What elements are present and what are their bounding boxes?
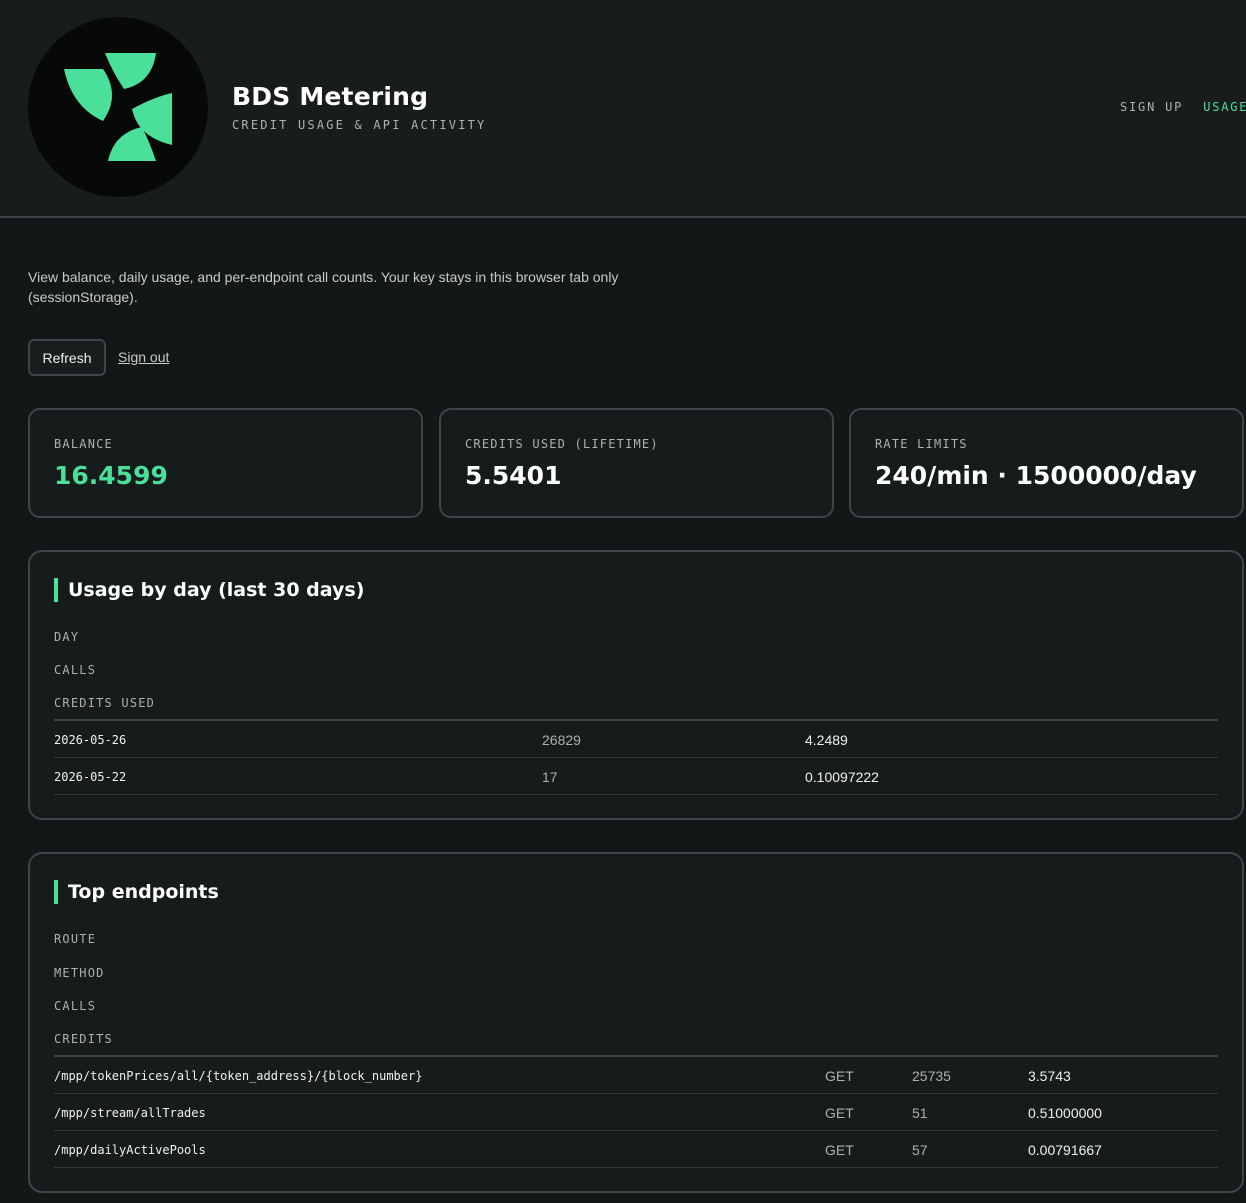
row-credits: 3.5743 [1028,1068,1071,1084]
row-method: GET [825,1068,854,1084]
row-method: GET [825,1105,854,1121]
bds-logo [28,17,208,197]
column-header-credits-used: CREDITS USED [54,696,156,710]
row-day: 2026-05-22 [54,770,127,784]
intro-text: View balance, daily usage, and per-endpo… [28,269,619,305]
credits-used-label: CREDITS USED (LIFETIME) [465,437,659,451]
column-header-method: METHOD [54,966,105,980]
row-route: /mpp/tokenPrices/all/{token_address}/{bl… [54,1069,423,1083]
usage-by-day-panel: Usage by day (last 30 days) DAY CALLS CR… [28,550,1244,820]
table-row: 2026-05-26 26829 4.2489 [54,721,1218,758]
nav-sign-up[interactable]: SIGN UP [1120,100,1183,114]
balance-label: BALANCE [54,437,113,451]
row-credits: 0.51000000 [1028,1105,1102,1121]
table-row: 2026-05-22 17 0.10097222 [54,758,1218,795]
app-header: BDS Metering CREDIT USAGE & API ACTIVITY… [0,0,1246,218]
column-header-day: DAY [54,630,80,644]
row-calls: 17 [542,769,558,785]
column-header-calls: CALLS [54,999,97,1013]
column-header-credits: CREDITS [54,1032,113,1046]
nav-usage[interactable]: USAGE [1203,100,1246,114]
sign-out-link[interactable]: Sign out [118,349,169,365]
row-calls: 25735 [912,1068,951,1084]
refresh-button[interactable]: Refresh [28,339,106,376]
credits-used-card: CREDITS USED (LIFETIME) 5.5401 [439,408,834,518]
row-credits: 0.00791667 [1028,1142,1102,1158]
row-route: /mpp/dailyActivePools [54,1143,206,1157]
app-subtitle: CREDIT USAGE & API ACTIVITY [232,118,487,132]
column-header-route: ROUTE [54,932,97,946]
top-endpoints-title: Top endpoints [54,880,219,904]
rate-limits-card: RATE LIMITS 240/min · 1500000/day [849,408,1244,518]
table-row: /mpp/dailyActivePools GET 57 0.00791667 [54,1131,1218,1168]
table-row: /mpp/stream/allTrades GET 51 0.51000000 [54,1094,1218,1131]
row-route: /mpp/stream/allTrades [54,1106,206,1120]
app-title: BDS Metering [232,82,429,111]
row-credits: 4.2489 [805,732,848,748]
rate-limits-value: 240/min · 1500000/day [875,461,1197,490]
balance-card: BALANCE 16.4599 [28,408,423,518]
top-endpoints-panel: Top endpoints ROUTE METHOD CALLS CREDITS… [28,852,1244,1193]
row-day: 2026-05-26 [54,733,127,747]
balance-value: 16.4599 [54,461,168,490]
credits-used-value: 5.5401 [465,461,562,490]
top-nav: SIGN UP USAGE [1120,100,1246,114]
row-calls: 57 [912,1142,928,1158]
rate-limits-label: RATE LIMITS [875,437,968,451]
logo-mark-icon [64,53,172,161]
usage-by-day-title: Usage by day (last 30 days) [54,578,364,602]
row-method: GET [825,1142,854,1158]
column-header-calls: CALLS [54,663,97,677]
row-calls: 26829 [542,732,581,748]
table-row: /mpp/tokenPrices/all/{token_address}/{bl… [54,1057,1218,1094]
row-calls: 51 [912,1105,928,1121]
row-credits: 0.10097222 [805,769,879,785]
